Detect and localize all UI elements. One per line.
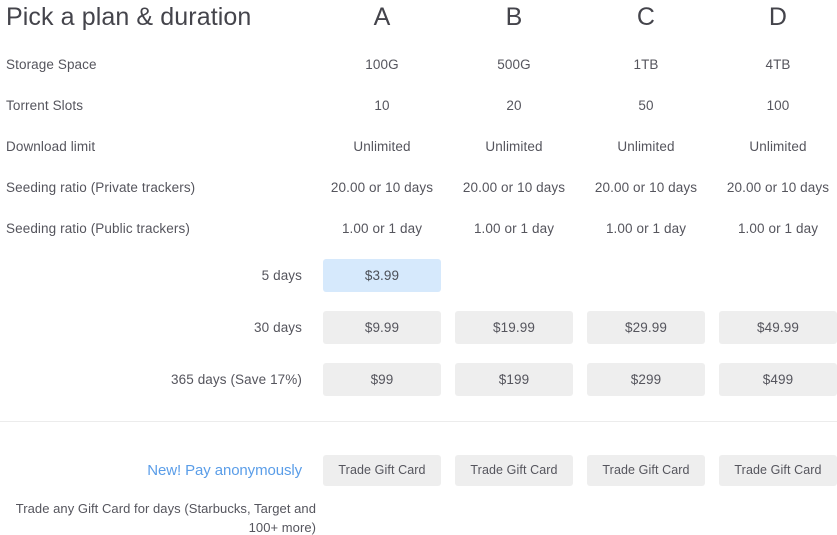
gift-cell-a: Trade Gift Card: [316, 455, 448, 486]
price-cell-c: [580, 259, 712, 292]
spec-value-c: 1.00 or 1 day: [580, 221, 712, 236]
price-button-365-days-c[interactable]: $299: [587, 363, 705, 396]
gift-cell-d: Trade Gift Card: [712, 455, 837, 486]
spec-value-c: Unlimited: [580, 139, 712, 154]
spec-value-a: 20.00 or 10 days: [316, 180, 448, 195]
price-button-30-days-d[interactable]: $49.99: [719, 311, 837, 344]
trade-gift-card-button-b[interactable]: Trade Gift Card: [455, 455, 573, 486]
plan-header-b: B: [448, 0, 580, 34]
price-button-30-days-b[interactable]: $19.99: [455, 311, 573, 344]
spec-label: Seeding ratio (Public trackers): [0, 221, 316, 236]
spec-row-torrent-slots: Torrent Slots 10 20 50 100: [0, 85, 837, 126]
price-button-5-days-b: [455, 259, 573, 292]
duration-label: 30 days: [0, 320, 316, 335]
price-cell-d: $499: [712, 363, 837, 396]
spec-value-c: 50: [580, 98, 712, 113]
page-title: Pick a plan & duration: [0, 0, 316, 34]
price-cell-d: [712, 259, 837, 292]
spec-value-b: 500G: [448, 57, 580, 72]
price-button-365-days-d[interactable]: $499: [719, 363, 837, 396]
gift-card-row: New! Pay anonymously Trade Gift Card Tra…: [0, 447, 837, 493]
spec-value-a: 1.00 or 1 day: [316, 221, 448, 236]
spec-value-a: Unlimited: [316, 139, 448, 154]
spec-label: Torrent Slots: [0, 98, 316, 113]
price-cell-b: [448, 259, 580, 292]
price-button-365-days-b[interactable]: $199: [455, 363, 573, 396]
gift-card-caption: Trade any Gift Card for days (Starbucks,…: [6, 499, 316, 535]
price-button-30-days-a[interactable]: $9.99: [323, 311, 441, 344]
spec-row-download-limit: Download limit Unlimited Unlimited Unlim…: [0, 126, 837, 167]
spec-value-b: 20: [448, 98, 580, 113]
price-button-30-days-c[interactable]: $29.99: [587, 311, 705, 344]
spec-row-seeding-ratio-private: Seeding ratio (Private trackers) 20.00 o…: [0, 167, 837, 208]
spec-value-c: 20.00 or 10 days: [580, 180, 712, 195]
price-button-5-days-a[interactable]: $3.99: [323, 259, 441, 292]
price-cell-a: $3.99: [316, 259, 448, 292]
spec-value-d: Unlimited: [712, 139, 837, 154]
plan-header-row: Pick a plan & duration A B C D: [0, 0, 837, 44]
pricing-page: Pick a plan & duration A B C D Storage S…: [0, 0, 837, 535]
spec-value-d: 1.00 or 1 day: [712, 221, 837, 236]
plan-header-d: D: [712, 0, 837, 34]
price-cell-c: $299: [580, 363, 712, 396]
spec-label: Seeding ratio (Private trackers): [0, 180, 316, 195]
spec-value-b: 20.00 or 10 days: [448, 180, 580, 195]
trade-gift-card-button-a[interactable]: Trade Gift Card: [323, 455, 441, 486]
spec-value-b: 1.00 or 1 day: [448, 221, 580, 236]
trade-gift-card-button-c[interactable]: Trade Gift Card: [587, 455, 705, 486]
spec-value-a: 10: [316, 98, 448, 113]
spec-value-d: 100: [712, 98, 837, 113]
gift-cell-c: Trade Gift Card: [580, 455, 712, 486]
price-cell-b: $19.99: [448, 311, 580, 344]
gift-card-caption-row: Trade any Gift Card for days (Starbucks,…: [0, 499, 837, 535]
trade-gift-card-button-d[interactable]: Trade Gift Card: [719, 455, 837, 486]
duration-label: 5 days: [0, 268, 316, 283]
price-button-5-days-c: [587, 259, 705, 292]
price-cell-a: $99: [316, 363, 448, 396]
pay-anonymously-promo: New! Pay anonymously: [0, 462, 316, 479]
spec-value-d: 20.00 or 10 days: [712, 180, 837, 195]
spec-row-storage-space: Storage Space 100G 500G 1TB 4TB: [0, 44, 837, 85]
plan-header-a: A: [316, 0, 448, 34]
price-button-365-days-a[interactable]: $99: [323, 363, 441, 396]
price-row-365-days: 365 days (Save 17%) $99 $199 $299 $499: [0, 353, 837, 405]
spec-value-d: 4TB: [712, 57, 837, 72]
spec-label: Storage Space: [0, 57, 316, 72]
price-cell-d: $49.99: [712, 311, 837, 344]
price-row-5-days: 5 days $3.99: [0, 249, 837, 301]
duration-label: 365 days (Save 17%): [0, 372, 316, 387]
price-cell-c: $29.99: [580, 311, 712, 344]
gift-cell-b: Trade Gift Card: [448, 455, 580, 486]
spec-row-seeding-ratio-public: Seeding ratio (Public trackers) 1.00 or …: [0, 208, 837, 249]
spec-label: Download limit: [0, 139, 316, 154]
section-divider: [0, 421, 837, 422]
spec-value-a: 100G: [316, 57, 448, 72]
price-cell-a: $9.99: [316, 311, 448, 344]
price-cell-b: $199: [448, 363, 580, 396]
spec-value-c: 1TB: [580, 57, 712, 72]
plan-header-c: C: [580, 0, 712, 34]
price-row-30-days: 30 days $9.99 $19.99 $29.99 $49.99: [0, 301, 837, 353]
price-button-5-days-d: [719, 259, 837, 292]
spec-value-b: Unlimited: [448, 139, 580, 154]
